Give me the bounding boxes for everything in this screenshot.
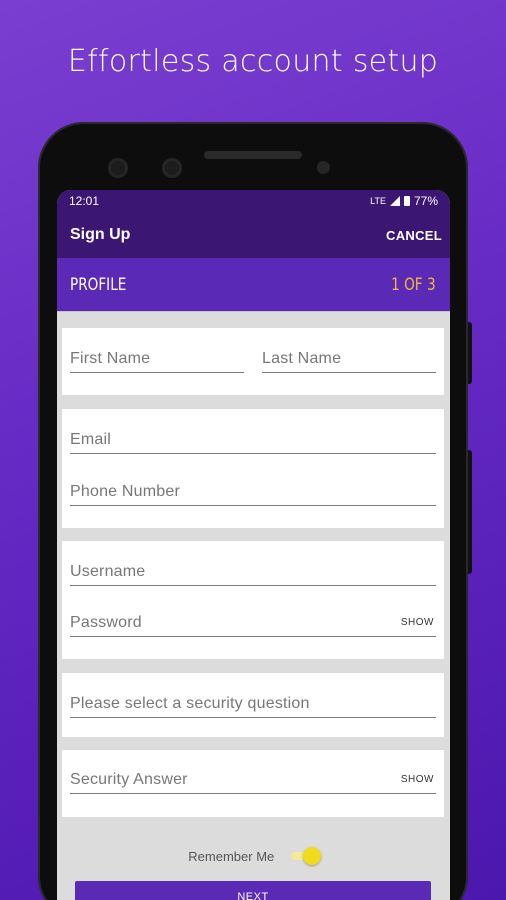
phone-field[interactable]: Phone Number [70,483,436,506]
status-indicators: LTE 77% [370,194,438,208]
security-question-placeholder: Please select a security question [70,695,310,712]
network-label: LTE [370,196,386,206]
security-answer-card: Security Answer SHOW [62,750,444,817]
toggle-thumb [302,847,321,865]
front-camera-icon [317,161,330,174]
app-screen: 12:01 LTE 77% Sign Up CANCEL PROFILE 1 O… [57,190,450,900]
username-field[interactable]: Username [70,563,436,586]
first-name-placeholder: First Name [70,350,151,367]
step-counter: 1 OF 3 [391,274,436,295]
email-field[interactable]: Email [70,431,436,454]
credentials-card: Username Password SHOW [62,541,444,659]
remember-me-row: Remember Me [57,846,450,866]
step-header: PROFILE 1 OF 3 [57,258,450,312]
status-time: 12:01 [69,194,100,208]
remember-me-toggle[interactable] [289,846,321,866]
password-show-button[interactable]: SHOW [401,617,434,628]
password-placeholder: Password [70,614,142,631]
contact-card: Email Phone Number [62,409,444,528]
sensor-icon [162,158,182,178]
name-card: First Name Last Name [62,328,444,395]
cancel-button[interactable]: CANCEL [386,228,442,243]
last-name-placeholder: Last Name [262,350,342,367]
headline: Effortless account setup [67,44,439,79]
camera-icon [108,158,128,178]
signal-icon [389,196,400,206]
answer-show-button[interactable]: SHOW [401,774,434,785]
power-button [468,450,472,574]
security-answer-field[interactable]: Security Answer SHOW [70,771,436,794]
status-bar: 12:01 LTE 77% [57,190,450,212]
battery-level: 77% [413,194,438,208]
password-field[interactable]: Password SHOW [70,614,436,637]
phone-placeholder: Phone Number [70,483,181,500]
step-title: PROFILE [70,274,127,295]
email-placeholder: Email [70,431,112,448]
security-answer-placeholder: Security Answer [70,771,188,788]
volume-button [468,322,472,384]
remember-me-label: Remember Me [188,848,275,864]
earpiece-speaker [204,151,302,159]
username-placeholder: Username [70,563,146,580]
first-name-field[interactable]: First Name [70,350,244,373]
next-button[interactable]: NEXT [75,881,431,900]
battery-icon [403,196,410,206]
security-question-card: Please select a security question [62,673,444,737]
page-title: Sign Up [70,226,131,243]
app-bar: Sign Up CANCEL [57,212,450,258]
last-name-field[interactable]: Last Name [262,350,436,373]
security-question-select[interactable]: Please select a security question [70,695,436,718]
